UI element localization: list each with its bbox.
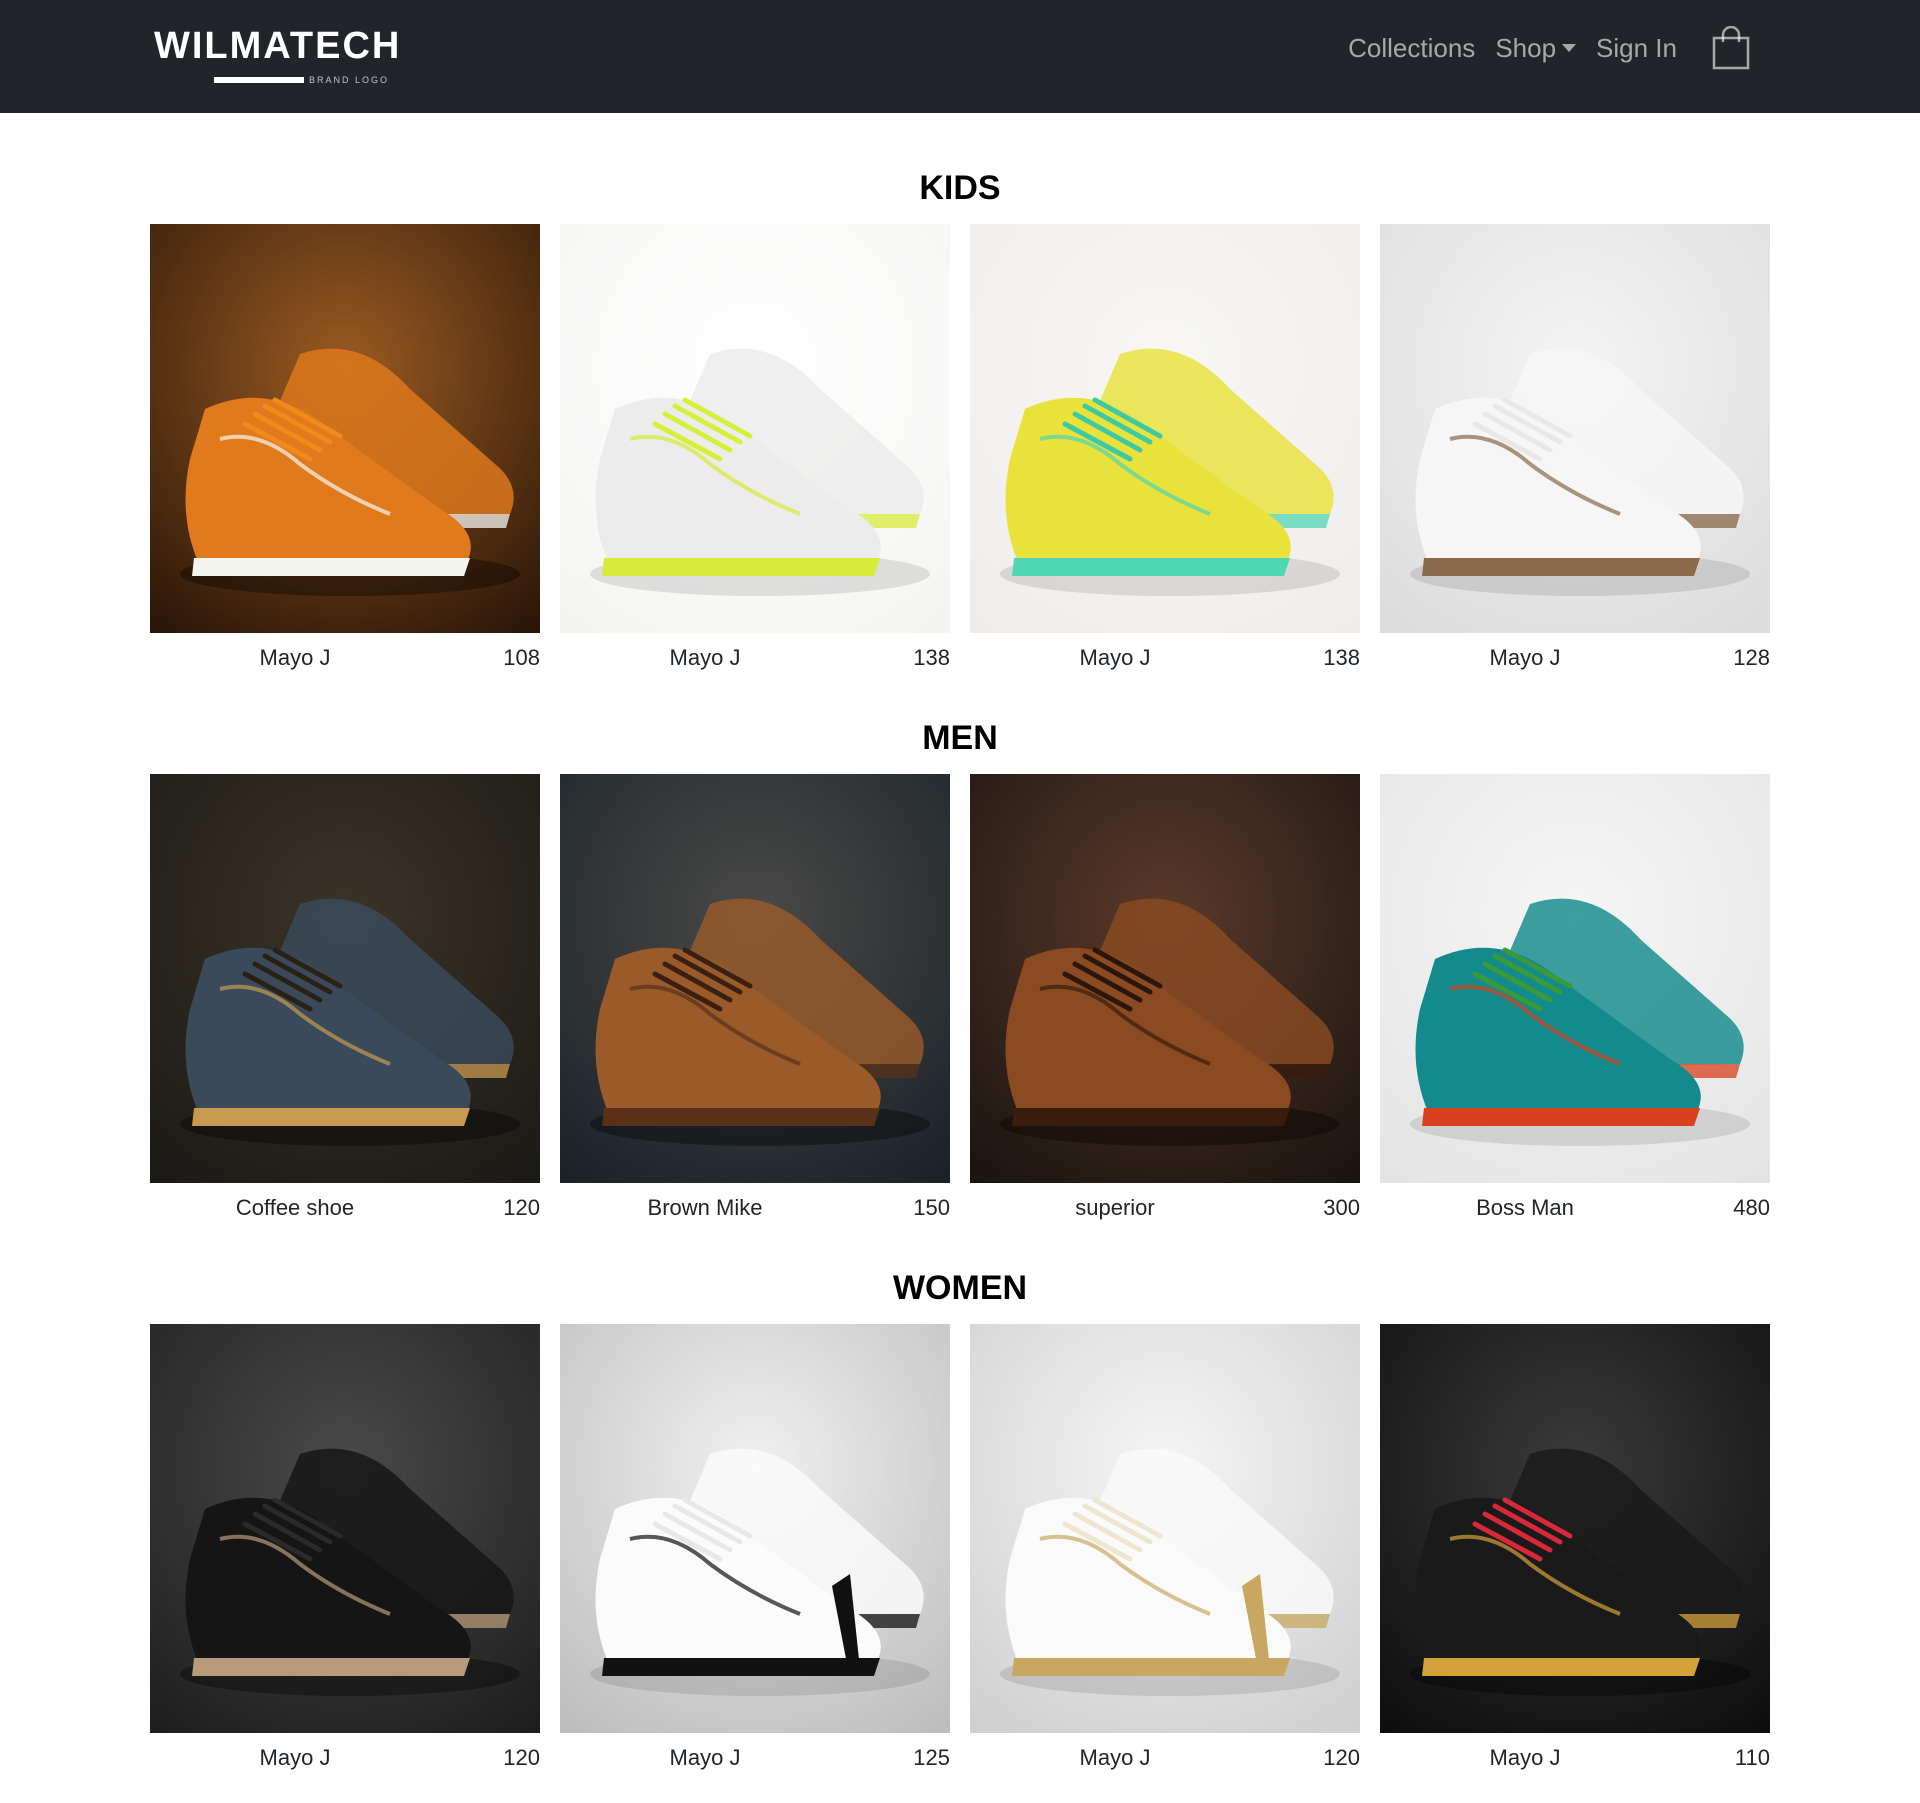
product-card[interactable]: Mayo J 108 — [150, 224, 540, 683]
product-price: 108 — [503, 645, 540, 670]
product-meta: Mayo J 128 — [1380, 633, 1770, 683]
product-image[interactable] — [1380, 224, 1770, 633]
product-grid: Coffee shoe 120 Brown Mike 150 superior 300 — [150, 774, 1770, 1233]
nav-shop-dropdown[interactable]: Shop — [1495, 26, 1577, 70]
shoe-illustration — [560, 224, 950, 633]
section-kids: KIDS Mayo J 108 Mayo J 138 Mayo J 138 Ma… — [150, 163, 1770, 670]
shoe-illustration — [1380, 774, 1770, 1183]
brand-logo[interactable]: WILMATECH BRAND LOGO — [154, 24, 402, 85]
product-price: 480 — [1733, 1195, 1770, 1220]
brand-name: WILMATECH — [154, 25, 402, 67]
product-name: Mayo J — [1489, 645, 1561, 670]
product-meta: Brown Mike 150 — [560, 1183, 950, 1233]
product-name: Mayo J — [259, 645, 331, 670]
product-meta: Mayo J 138 — [560, 633, 950, 683]
product-card[interactable]: Mayo J 138 — [970, 224, 1360, 683]
product-meta: Mayo J 120 — [150, 1733, 540, 1783]
product-price: 120 — [503, 1745, 540, 1770]
product-meta: Mayo J 125 — [560, 1733, 950, 1783]
product-image[interactable] — [560, 1324, 950, 1733]
product-name: Mayo J — [259, 1745, 331, 1770]
shoe-illustration — [970, 1324, 1360, 1733]
product-image[interactable] — [1380, 1324, 1770, 1733]
product-price: 110 — [1734, 1745, 1770, 1770]
product-price: 138 — [913, 645, 950, 670]
nav-links: Collections Shop Sign In — [1348, 26, 1753, 70]
product-price: 120 — [503, 1195, 540, 1220]
product-card[interactable]: Coffee shoe 120 — [150, 774, 540, 1233]
section-men: MEN Coffee shoe 120 Brown Mike 150 super… — [150, 713, 1770, 1220]
product-grid: Mayo J 108 Mayo J 138 Mayo J 138 Mayo J … — [150, 224, 1770, 683]
shoe-illustration — [560, 1324, 950, 1733]
product-name: superior — [1075, 1195, 1155, 1220]
nav-collections-link[interactable]: Collections — [1348, 26, 1475, 70]
shoe-illustration — [1380, 1324, 1770, 1733]
shoe-illustration — [970, 224, 1360, 633]
product-name: Mayo J — [1079, 645, 1151, 670]
product-image[interactable] — [970, 774, 1360, 1183]
nav-sign-in-label: Sign In — [1596, 33, 1677, 63]
product-price: 125 — [913, 1745, 950, 1770]
shoe-illustration — [970, 774, 1360, 1183]
product-meta: Boss Man 480 — [1380, 1183, 1770, 1233]
product-price: 150 — [913, 1195, 950, 1220]
brand-tagline: BRAND LOGO — [309, 75, 390, 85]
section-title: WOMEN — [892, 1269, 1028, 1307]
nav-shop-label: Shop — [1495, 33, 1557, 63]
product-card[interactable]: Mayo J 120 — [150, 1324, 540, 1783]
section-title: MEN — [922, 719, 998, 757]
product-name: Mayo J — [669, 645, 741, 670]
section-women: WOMEN Mayo J 120 Mayo J 125 Mayo J 120 M… — [150, 1263, 1770, 1770]
product-card[interactable]: Mayo J 138 — [560, 224, 950, 683]
product-price: 138 — [1323, 645, 1360, 670]
shoe-illustration — [560, 774, 950, 1183]
product-meta: Mayo J 120 — [970, 1733, 1360, 1783]
product-meta: superior 300 — [970, 1183, 1360, 1233]
product-image[interactable] — [150, 224, 540, 633]
product-name: Mayo J — [1489, 1745, 1561, 1770]
product-grid: Mayo J 120 Mayo J 125 Mayo J 120 Mayo J … — [150, 1324, 1770, 1783]
product-name: Mayo J — [1079, 1745, 1151, 1770]
product-image[interactable] — [970, 224, 1360, 633]
product-meta: Mayo J 110 — [1380, 1733, 1770, 1783]
product-meta: Mayo J 138 — [970, 633, 1360, 683]
product-image[interactable] — [970, 1324, 1360, 1733]
shopping-bag-icon[interactable] — [1709, 26, 1753, 70]
caret-down-icon — [1562, 44, 1577, 52]
product-price: 300 — [1323, 1195, 1360, 1220]
product-image[interactable] — [560, 774, 950, 1183]
product-card[interactable]: Boss Man 480 — [1380, 774, 1770, 1233]
section-title: KIDS — [919, 169, 1001, 207]
product-image[interactable] — [150, 774, 540, 1183]
product-card[interactable]: Mayo J 125 — [560, 1324, 950, 1783]
product-meta: Mayo J 108 — [150, 633, 540, 683]
product-card[interactable]: Mayo J 128 — [1380, 224, 1770, 683]
product-price: 120 — [1323, 1745, 1360, 1770]
product-meta: Coffee shoe 120 — [150, 1183, 540, 1233]
product-card[interactable]: Mayo J 120 — [970, 1324, 1360, 1783]
brand-underline — [214, 77, 304, 83]
shoe-illustration — [150, 224, 540, 633]
product-price: 128 — [1733, 645, 1770, 670]
shoe-illustration — [150, 1324, 540, 1733]
product-name: Brown Mike — [647, 1195, 763, 1220]
product-card[interactable]: superior 300 — [970, 774, 1360, 1233]
shoe-illustration — [1380, 224, 1770, 633]
product-name: Boss Man — [1476, 1195, 1574, 1220]
product-image[interactable] — [150, 1324, 540, 1733]
shoe-illustration — [150, 774, 540, 1183]
product-card[interactable]: Mayo J 110 — [1380, 1324, 1770, 1783]
nav-collections-label: Collections — [1348, 33, 1476, 63]
product-image[interactable] — [560, 224, 950, 633]
product-card[interactable]: Brown Mike 150 — [560, 774, 950, 1233]
product-name: Coffee shoe — [235, 1195, 355, 1220]
nav-sign-in-link[interactable]: Sign In — [1596, 26, 1677, 70]
product-image[interactable] — [1380, 774, 1770, 1183]
navbar: WILMATECH BRAND LOGO Collections Shop Si… — [0, 0, 1920, 113]
product-name: Mayo J — [669, 1745, 741, 1770]
